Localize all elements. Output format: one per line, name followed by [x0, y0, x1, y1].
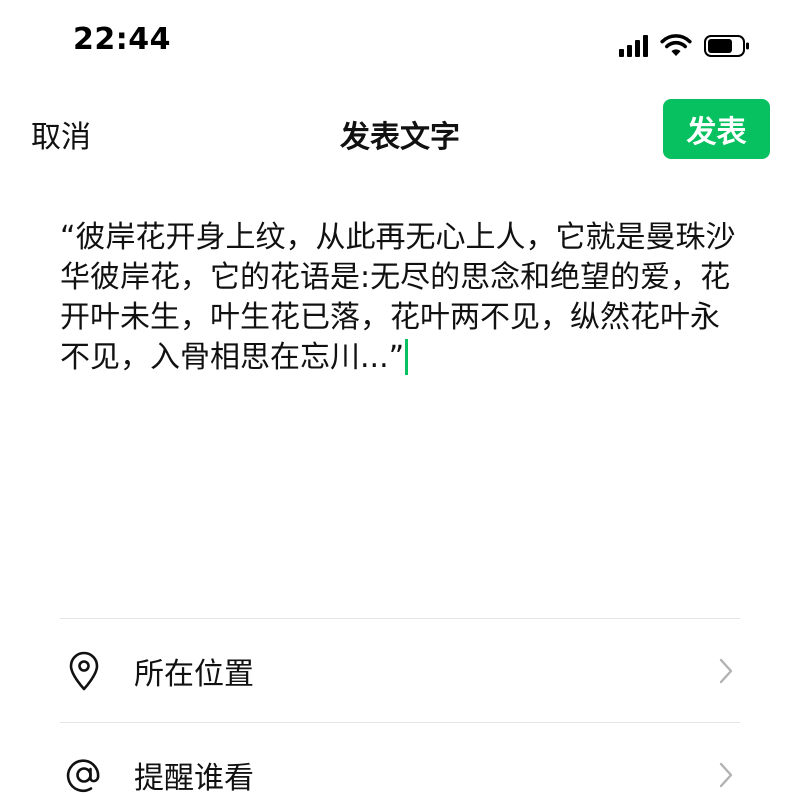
chevron-right-icon [716, 760, 736, 790]
post-text-input[interactable]: “彼岸花开身上纹，从此再无心上人，它就是曼珠沙华彼岸花，它的花语是:无尽的思念和… [60, 218, 740, 378]
location-pin-icon [62, 649, 106, 693]
status-time: 22:44 [73, 22, 171, 57]
status-icons [619, 30, 750, 62]
signal-icon [619, 35, 648, 57]
location-option[interactable]: 所在位置 [60, 619, 740, 723]
at-icon [62, 753, 106, 796]
text-cursor [405, 339, 409, 375]
cancel-button[interactable]: 取消 [31, 112, 91, 156]
battery-icon [704, 34, 750, 58]
mention-option[interactable]: 提醒谁看 [60, 723, 740, 796]
moments-post-screen: 22:44 发表文字 取消 发表 “彼岸花开身上纹，从此再无心上人，它就是曼珠沙… [0, 0, 800, 796]
wifi-icon [660, 34, 692, 58]
chevron-right-icon [716, 656, 736, 686]
publish-button[interactable]: 发表 [663, 99, 770, 159]
location-option-label: 所在位置 [134, 657, 254, 692]
post-text-content: “彼岸花开身上纹，从此再无心上人，它就是曼珠沙华彼岸花，它的花语是:无尽的思念和… [60, 220, 736, 375]
mention-option-label: 提醒谁看 [134, 761, 254, 796]
